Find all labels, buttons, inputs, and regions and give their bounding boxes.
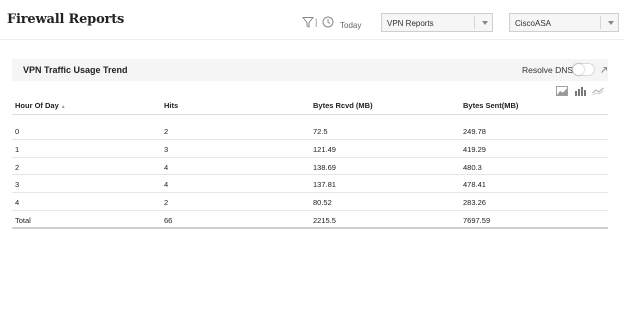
cell-hour: 3 [15,180,20,190]
table-row: 4 2 80.52 283.26 [12,193,608,211]
chevron-down-icon [482,21,488,25]
column-header-bytes-rcvd[interactable]: Bytes Rcvd (MB) [313,101,373,110]
total-label: Total [15,215,31,225]
cell-bytes-sent: 480.3 [463,162,482,172]
cell-bytes-rcvd: 121.49 [313,144,336,154]
cell-hits: 3 [164,144,169,154]
resolve-dns-label: Resolve DNS [522,65,574,75]
cell-bytes-sent: 419.29 [463,144,486,154]
toolbar-separator: | [315,17,318,27]
cell-bytes-sent: 249.78 [463,127,486,136]
column-header-bytes-sent[interactable]: Bytes Sent(MB) [463,101,518,110]
cell-hour: 2 [15,162,20,172]
column-header-hits[interactable]: Hits [164,101,178,110]
cell-bytes-rcvd: 72.5 [313,127,328,136]
top-bar: Firewall Reports | Today VPN Reports Cis… [0,0,624,40]
clock-icon[interactable] [322,16,334,28]
cell-hits: 2 [164,198,169,208]
page-title: Firewall Reports [7,12,125,27]
cell-hits: 2 [164,127,169,136]
traffic-table: Hour Of Day ▲ Hits Bytes Rcvd (MB) Bytes … [12,96,608,229]
panel-title: VPN Traffic Usage Trend [23,65,128,75]
sort-icon[interactable]: ▲ [61,104,66,110]
cell-bytes-sent: 283.26 [463,198,486,208]
select-divider [474,16,475,29]
filter-icon[interactable] [302,16,314,28]
table-total-row: Total 66 2215.5 7697.59 [12,211,608,229]
area-chart-icon[interactable] [556,86,568,96]
cell-bytes-rcvd: 138.69 [313,162,336,172]
table-header: Hour Of Day ▲ Hits Bytes Rcvd (MB) Bytes … [12,96,608,115]
report-type-select[interactable]: VPN Reports [381,13,493,32]
date-range-label[interactable]: Today [340,21,361,30]
resolve-dns-toggle[interactable] [572,63,595,76]
total-bytes-rcvd: 2215.5 [313,215,336,225]
cell-bytes-rcvd: 137.81 [313,180,336,190]
table-row: 3 4 137.81 478.41 [12,175,608,194]
cell-hits: 4 [164,162,169,172]
report-type-value: VPN Reports [387,19,434,28]
table-row: 1 3 121.49 419.29 [12,140,608,158]
bar-chart-icon[interactable] [574,86,586,96]
cell-bytes-rcvd: 80.52 [313,198,332,208]
toggle-knob [573,64,584,75]
cell-hour: 4 [15,198,20,208]
table-row: 0 2 72.5 249.78 [12,122,608,140]
link-icon[interactable] [600,66,608,74]
total-bytes-sent: 7697.59 [463,215,491,225]
cell-hits: 4 [164,180,169,190]
total-hits: 66 [164,215,173,225]
panel-header: VPN Traffic Usage Trend Resolve DNS [12,59,608,81]
device-value: CiscoASA [515,19,552,28]
select-divider [600,16,601,29]
cell-hour: 0 [15,127,20,136]
cell-bytes-sent: 478.41 [463,180,486,190]
table-row: 2 4 138.69 480.3 [12,158,608,176]
column-header-hour[interactable]: Hour Of Day ▲ [15,101,66,110]
line-chart-icon[interactable] [592,86,604,96]
chevron-down-icon [608,21,614,25]
chart-view-switcher [554,86,604,96]
device-select[interactable]: CiscoASA [509,13,619,32]
cell-hour: 1 [15,144,20,154]
